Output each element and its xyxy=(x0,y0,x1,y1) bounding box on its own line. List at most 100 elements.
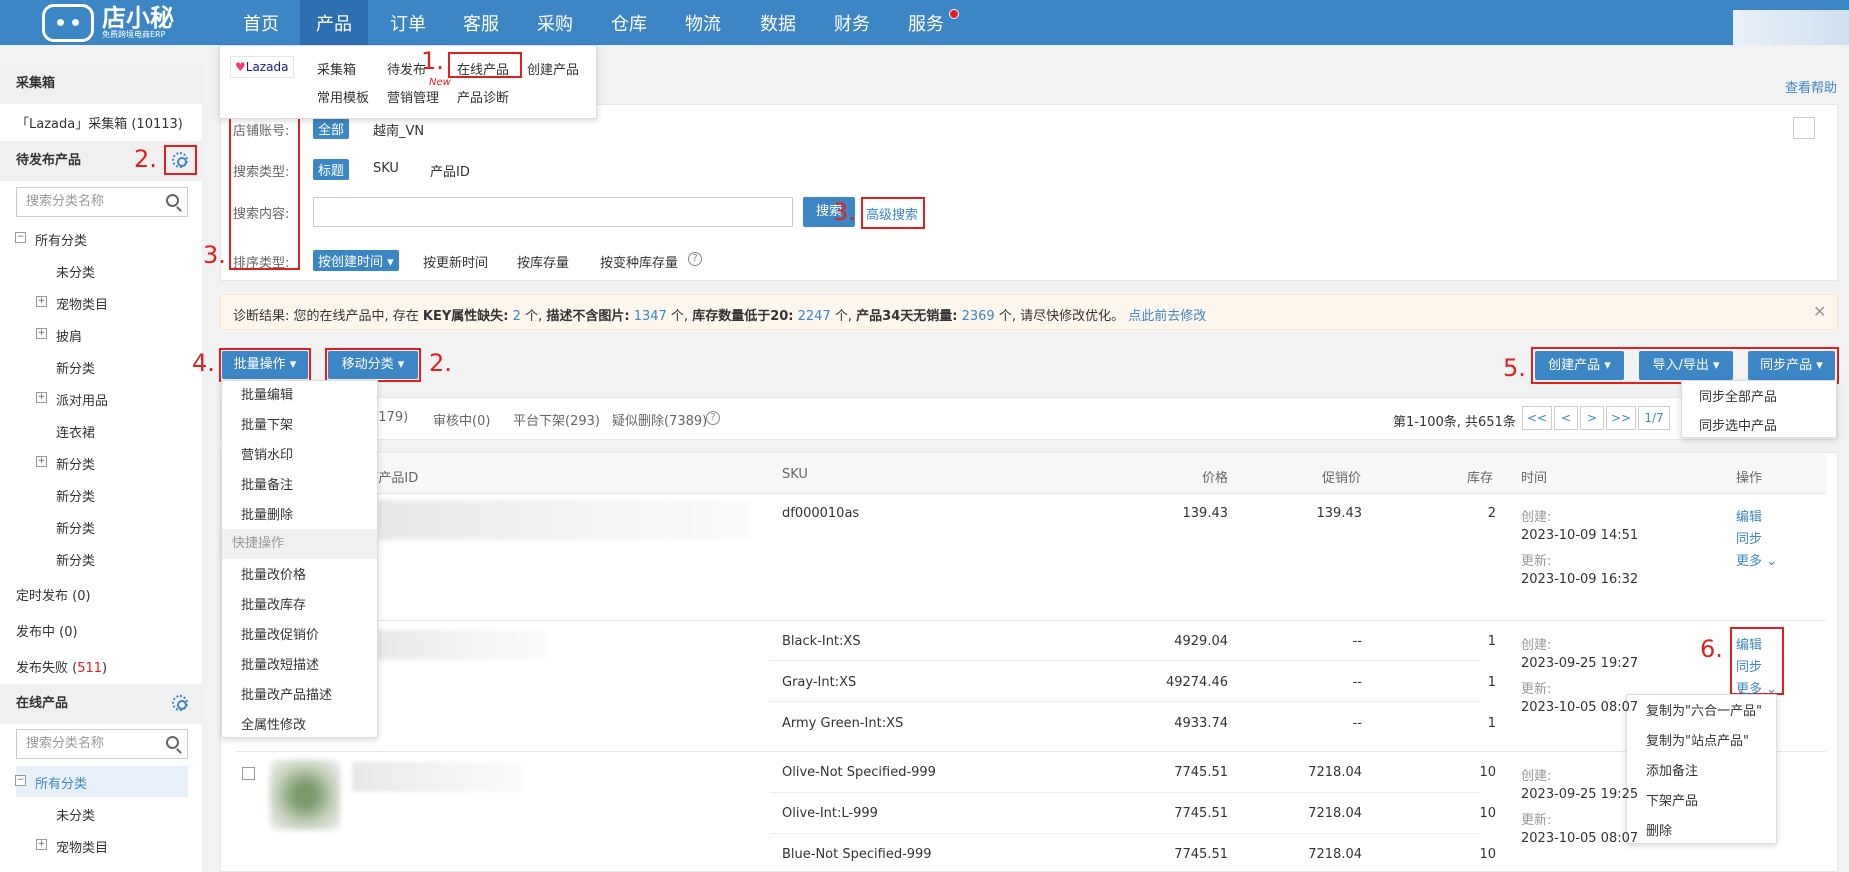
import-export-button[interactable]: 导入/导出 ▾ xyxy=(1639,351,1733,380)
type-sku[interactable]: SKU xyxy=(373,161,399,176)
tree-item[interactable]: 新分类 xyxy=(56,550,95,569)
diag-v3[interactable]: 2247 xyxy=(798,309,831,324)
tree-item[interactable]: 派对用品 xyxy=(56,390,108,409)
sort-created-chip[interactable]: 按创建时间 ▾ xyxy=(313,250,399,271)
user-area[interactable] xyxy=(1733,10,1849,45)
tree-item[interactable]: 宠物类目 xyxy=(56,294,108,313)
tab-reviewing[interactable]: 审核中(0) xyxy=(433,410,490,429)
collapse-icon[interactable] xyxy=(1793,117,1815,139)
edit-link[interactable]: 编辑 xyxy=(1736,506,1762,525)
batch-menu-item[interactable]: 营销水印 xyxy=(221,446,378,466)
nav-home[interactable]: 首页 xyxy=(234,0,288,45)
sync-link[interactable]: 同步 xyxy=(1736,528,1762,547)
type-title-chip[interactable]: 标题 xyxy=(313,159,350,180)
tree-toggle-icon[interactable]: + xyxy=(36,456,47,467)
menu-templates[interactable]: 常用模板 xyxy=(317,87,369,106)
more-menu-item[interactable]: 复制为"六合一产品" xyxy=(1626,702,1777,722)
sidebar-failed[interactable]: 发布失败 (511) xyxy=(16,657,107,676)
tree-item[interactable]: 宠物类目 xyxy=(56,837,108,856)
type-product-id[interactable]: 产品ID xyxy=(430,161,470,180)
edit-link[interactable]: 编辑 xyxy=(1736,634,1762,653)
help-link[interactable]: 查看帮助 xyxy=(1785,77,1837,96)
sidebar-publishing[interactable]: 发布中 (0) xyxy=(16,621,78,640)
diag-v1[interactable]: 2 xyxy=(513,309,521,324)
nav-data[interactable]: 数据 xyxy=(751,0,805,45)
nav-purchase[interactable]: 采购 xyxy=(528,0,582,45)
diag-link[interactable]: 点此前去修改 xyxy=(1128,309,1206,324)
diag-v2[interactable]: 1347 xyxy=(634,309,667,324)
menu-online-products[interactable]: 在线产品 xyxy=(457,59,509,78)
sync-selected-products[interactable]: 同步选中产品 xyxy=(1699,415,1777,434)
sync-link[interactable]: 同步 xyxy=(1736,656,1762,675)
nav-services[interactable]: 服务 xyxy=(899,0,953,45)
move-category-button[interactable]: 移动分类 ▾ xyxy=(328,351,418,379)
sync-all-products[interactable]: 同步全部产品 xyxy=(1699,386,1777,405)
nav-logistics[interactable]: 物流 xyxy=(676,0,730,45)
pending-category-search[interactable]: 搜索分类名称 xyxy=(16,187,188,217)
batch-ops-button[interactable]: 批量操作 ▾ xyxy=(222,351,308,379)
tree-toggle-icon[interactable]: − xyxy=(15,232,26,243)
tree-item[interactable]: 所有分类 xyxy=(35,773,87,792)
batch-menu-item[interactable]: 批量编辑 xyxy=(221,386,378,406)
more-link[interactable]: 更多 ⌄ xyxy=(1736,550,1777,569)
page-first-button[interactable]: << xyxy=(1522,406,1552,430)
logo[interactable]: 店小秘 免费跨境电商ERP xyxy=(42,0,174,45)
more-link[interactable]: 更多 ⌄ xyxy=(1736,678,1777,697)
tab-help-icon[interactable]: ? xyxy=(706,411,720,425)
row-checkbox[interactable] xyxy=(242,767,255,780)
batch-menu-item[interactable]: 批量改价格 xyxy=(221,566,378,586)
sidebar-collect-lazada[interactable]: 「Lazada」采集箱 (10113) xyxy=(16,113,183,132)
sync-product-button[interactable]: 同步产品 ▾ xyxy=(1748,351,1835,380)
nav-finance[interactable]: 财务 xyxy=(825,0,879,45)
page-next-button[interactable]: > xyxy=(1580,406,1604,430)
more-menu-item[interactable]: 复制为"站点产品" xyxy=(1626,732,1777,752)
tree-item[interactable]: 未分类 xyxy=(56,262,95,281)
tab-platform-offline[interactable]: 平台下架(293) xyxy=(513,410,600,429)
sort-updated[interactable]: 按更新时间 xyxy=(423,252,488,271)
diag-v4[interactable]: 2369 xyxy=(962,309,995,324)
tree-item[interactable]: 新分类 xyxy=(56,358,95,377)
batch-menu-item[interactable]: 批量备注 xyxy=(221,476,378,496)
page-last-button[interactable]: >> xyxy=(1606,406,1636,430)
tree-toggle-icon[interactable]: + xyxy=(36,839,47,850)
batch-menu-item[interactable]: 批量改短描述 xyxy=(221,656,378,676)
tree-toggle-icon[interactable]: − xyxy=(15,775,26,786)
tree-toggle-icon[interactable]: + xyxy=(36,328,47,339)
tab-suspected-deleted[interactable]: 疑似删除(7389) xyxy=(612,410,707,429)
advanced-search-link[interactable]: 高级搜索 xyxy=(866,204,918,223)
online-category-search[interactable]: 搜索分类名称 xyxy=(16,729,188,759)
tree-item[interactable]: 所有分类 xyxy=(35,230,87,249)
menu-marketing[interactable]: 营销管理 xyxy=(387,87,439,106)
tree-item[interactable]: 新分类 xyxy=(56,454,95,473)
tree-item[interactable]: 未分类 xyxy=(56,805,95,824)
more-menu-item[interactable]: 删除 xyxy=(1626,822,1777,842)
more-menu-item[interactable]: 添加备注 xyxy=(1626,762,1777,782)
batch-menu-item[interactable]: 批量删除 xyxy=(221,506,378,526)
tree-toggle-icon[interactable]: + xyxy=(36,296,47,307)
lazada-logo[interactable]: ♥Lazada xyxy=(230,56,294,78)
batch-menu-item[interactable]: 批量改促销价 xyxy=(221,626,378,646)
tree-item[interactable]: 新分类 xyxy=(56,486,95,505)
search-content-input[interactable] xyxy=(313,197,793,227)
menu-create-product[interactable]: 创建产品 xyxy=(527,59,579,78)
more-menu-item[interactable]: 下架产品 xyxy=(1626,792,1777,812)
batch-menu-item[interactable]: 批量下架 xyxy=(221,416,378,436)
sidebar-scheduled[interactable]: 定时发布 (0) xyxy=(16,585,91,604)
product-thumbnail[interactable] xyxy=(270,760,340,830)
tree-toggle-icon[interactable]: + xyxy=(36,392,47,403)
sort-variant-stock[interactable]: 按变种库存量 xyxy=(600,252,678,271)
online-settings-gear-icon[interactable] xyxy=(172,695,188,711)
tree-item[interactable]: 连衣裙 xyxy=(56,422,95,441)
tree-item[interactable]: 披肩 xyxy=(56,326,82,345)
batch-menu-item[interactable]: 批量改库存 xyxy=(221,596,378,616)
help-question-icon[interactable]: ? xyxy=(688,252,702,266)
menu-collect-box[interactable]: 采集箱 xyxy=(317,59,356,78)
close-icon[interactable]: ✕ xyxy=(1813,302,1826,321)
nav-warehouse[interactable]: 仓库 xyxy=(602,0,656,45)
batch-menu-item[interactable]: 全属性修改 xyxy=(221,716,378,736)
batch-menu-item[interactable]: 批量改产品描述 xyxy=(221,686,378,706)
page-indicator[interactable]: 1/7 xyxy=(1638,406,1670,430)
sort-stock[interactable]: 按库存量 xyxy=(517,252,569,271)
tree-item[interactable]: 新分类 xyxy=(56,518,95,537)
store-vn[interactable]: 越南_VN xyxy=(373,120,424,139)
